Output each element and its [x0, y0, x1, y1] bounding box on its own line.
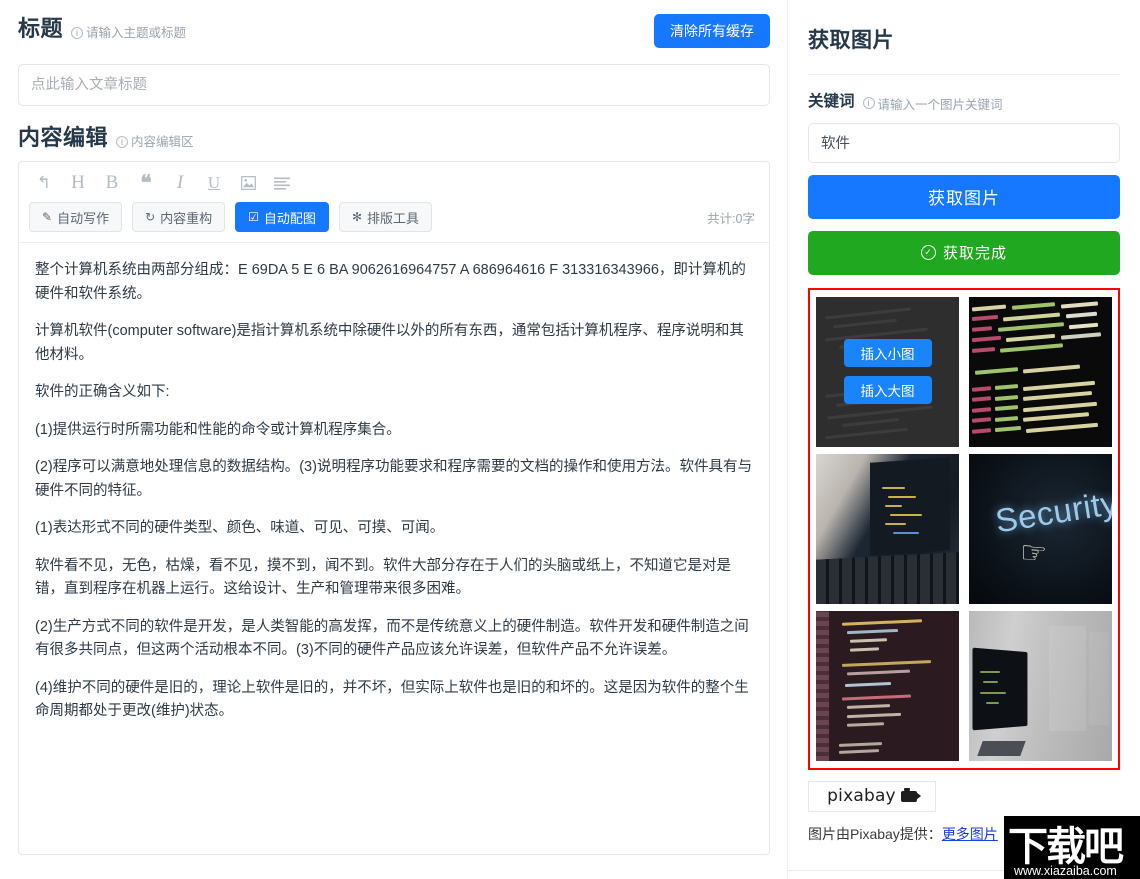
refresh-icon: ↻ [145, 210, 156, 225]
title-hint: i 请输入主题或标题 [71, 26, 186, 41]
page-scrollbar[interactable] [1134, 0, 1140, 879]
auto-write-label: 自动写作 [57, 210, 110, 226]
thumbnail-hover-overlay: 插入小图 插入大图 [816, 297, 959, 447]
info-icon: i [71, 27, 84, 39]
paragraph: (2)程序可以满意地处理信息的数据结构。(3)说明程序功能要求和程序需要的文档的… [35, 459, 752, 499]
thumbnail-image [816, 610, 959, 761]
thumbnail-image [816, 453, 959, 604]
thumbnail-terminal[interactable] [969, 296, 1112, 447]
paragraph: 计算机软件(computer software)是指计算机系统中除硬件以外的所有… [35, 323, 744, 363]
auto-write-button[interactable]: ✎ 自动写作 [29, 202, 123, 233]
keyword-input[interactable] [808, 122, 1120, 163]
action-toolbar: ✎ 自动写作 ↻ 内容重构 ☑ 自动配图 ✻ 排版工具 共计:0字 [19, 200, 769, 244]
underline-icon[interactable]: U [197, 169, 231, 197]
heading-icon[interactable]: H [61, 169, 95, 197]
fetch-done-button[interactable]: ✓ 获取完成 [808, 230, 1120, 275]
fetch-done-label: 获取完成 [942, 245, 1007, 262]
paragraph: (1)提供运行时所需功能和性能的命令或计算机程序集合。 [35, 421, 401, 438]
keyword-hint: i 请输入一个图片关键词 [862, 94, 1003, 113]
paragraph: (4)维护不同的硬件是旧的，理论上软件是旧的，并不坏，但实际上软件也是旧的和坏的… [35, 679, 749, 720]
thumbnail-code-red[interactable] [816, 610, 959, 761]
keyword-header-row: 关键词 i 请输入一个图片关键词 [808, 89, 1120, 113]
image-panel-title: 获取图片 [808, 29, 894, 52]
thumbnail-monitor[interactable] [969, 610, 1112, 761]
paragraph: 软件看不见，无色，枯燥，看不见，摸不到，闻不到。软件大部分存在于人们的头脑或纸上… [35, 557, 731, 598]
align-left-icon[interactable] [265, 169, 299, 197]
layout-tool-label: 排版工具 [367, 210, 420, 226]
pixabay-logo: pixabay [808, 780, 936, 812]
magic-wand-icon: ✻ [351, 210, 362, 225]
keyword-label: 关键词 [808, 93, 855, 110]
more-images-link[interactable]: 更多图片 [942, 826, 998, 842]
content-heading-group: 内容编辑 i 内容编辑区 [18, 123, 770, 151]
document-body[interactable]: 整个计算机系统由两部分组成：E 69DA 5 E 6 BA 9062616964… [19, 243, 769, 854]
content-hint-text: 内容编辑区 [131, 134, 194, 149]
page-title: 标题 [18, 16, 64, 41]
undo-icon[interactable]: ↰ [27, 169, 61, 197]
thumbnail-image: Security ☞ [969, 453, 1112, 604]
word-count: 共计:0字 [707, 212, 755, 227]
info-icon: i [862, 97, 875, 109]
thumbnail-image [969, 610, 1112, 761]
editor-pane: 标题 i 请输入主题或标题 清除所有缓存 内容编辑 i 内容编辑区 ↰ H B … [0, 0, 788, 879]
content-hint: i 内容编辑区 [116, 135, 194, 150]
hand-cursor-icon: ☞ [1019, 536, 1049, 571]
watermark-url: www.xiazaiba.com [1014, 864, 1117, 878]
keyword-hint-text: 请输入一个图片关键词 [877, 97, 1003, 112]
italic-icon[interactable]: I [163, 169, 197, 197]
content-rewrite-label: 内容重构 [160, 210, 213, 226]
paragraph: 软件的正确含义如下: [35, 384, 170, 401]
auto-image-button[interactable]: ☑ 自动配图 [235, 202, 329, 233]
thumbnail-security[interactable]: Security ☞ [969, 453, 1112, 604]
quote-icon[interactable]: ❝ [129, 169, 163, 197]
title-hint-text: 请输入主题或标题 [86, 25, 187, 40]
bold-icon[interactable]: B [95, 169, 129, 197]
divider [808, 74, 1120, 75]
info-icon: i [116, 136, 129, 148]
app-root: 标题 i 请输入主题或标题 清除所有缓存 内容编辑 i 内容编辑区 ↰ H B … [0, 0, 1140, 879]
security-word: Security [992, 483, 1112, 539]
site-watermark: 下载吧 www.xiazaiba.com [1004, 816, 1140, 879]
checkbox-icon: ☑ [248, 210, 259, 225]
article-title-input[interactable] [18, 64, 770, 106]
layout-tool-button[interactable]: ✻ 排版工具 [338, 202, 433, 233]
thumbnail-laptop-code[interactable] [816, 453, 959, 604]
paragraph: (2)生产方式不同的软件是开发，是人类智能的高发挥，而不是传统意义上的硬件制造。… [35, 618, 749, 659]
editor-card: ↰ H B ❝ I U ✎ 自动写作 ↻ 内容重构 ☑ 自动配图 ✻ 排版工具 … [18, 161, 770, 856]
content-rewrite-button[interactable]: ↻ 内容重构 [132, 202, 226, 233]
credit-prefix: 图片由Pixabay提供： [808, 825, 942, 842]
image-panel: 获取图片 关键词 i 请输入一个图片关键词 获取图片 ✓ 获取完成 [788, 0, 1140, 879]
image-results-highlight: 插入小图 插入大图 Security ☞ [808, 287, 1120, 770]
title-header-row: 标题 i 请输入主题或标题 清除所有缓存 [18, 14, 770, 58]
format-toolbar: ↰ H B ❝ I U [19, 162, 769, 200]
pixabay-wordmark: pixabay [827, 786, 896, 806]
content-section-title: 内容编辑 [18, 125, 109, 150]
auto-image-label: 自动配图 [263, 210, 316, 226]
thumbnail-image [969, 296, 1112, 447]
paragraph: 整个计算机系统由两部分组成：E 69DA 5 E 6 BA 9062616964… [35, 262, 746, 302]
check-circle-icon: ✓ [920, 245, 936, 260]
image-grid: 插入小图 插入大图 Security ☞ [816, 296, 1112, 761]
thumbnail-code-dark[interactable]: 插入小图 插入大图 [816, 296, 959, 447]
insert-small-image-button[interactable]: 插入小图 [843, 339, 932, 367]
paragraph: (1)表达形式不同的硬件类型、颜色、味道、可见、可摸、可闻。 [35, 520, 445, 537]
image-icon[interactable] [231, 169, 265, 197]
clear-cache-button[interactable]: 清除所有缓存 [654, 14, 770, 48]
title-heading-group: 标题 i 请输入主题或标题 [18, 14, 186, 42]
pencil-icon: ✎ [42, 210, 53, 225]
fetch-images-button[interactable]: 获取图片 [808, 174, 1120, 219]
insert-large-image-button[interactable]: 插入大图 [843, 376, 932, 404]
camera-icon [900, 787, 921, 802]
